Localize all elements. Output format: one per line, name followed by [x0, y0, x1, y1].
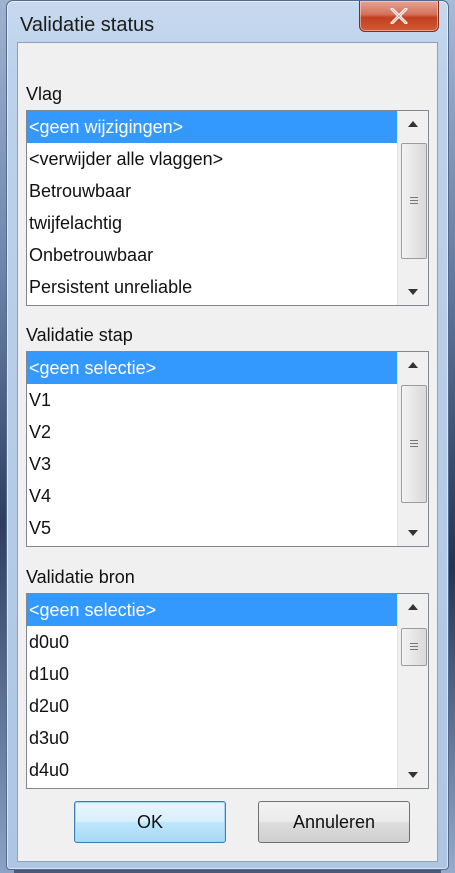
scroll-thumb[interactable]: [401, 628, 427, 666]
validatie-bron-listbox[interactable]: <geen selectie> d0u0 d1u0 d2u0 d3u0 d4u0: [26, 593, 429, 789]
arrow-up-icon: [408, 121, 418, 127]
list-item[interactable]: d1u0: [27, 658, 397, 690]
scroll-down-button[interactable]: [398, 281, 428, 303]
list-item[interactable]: d2u0: [27, 690, 397, 722]
arrow-up-icon: [408, 362, 418, 368]
list-item[interactable]: <verwijder alle vlaggen>: [27, 143, 397, 175]
scroll-down-button[interactable]: [398, 764, 428, 786]
grip-icon: [410, 439, 418, 449]
list-item[interactable]: Persistent unreliable: [27, 271, 397, 303]
list-item[interactable]: V3: [27, 448, 397, 480]
ok-button[interactable]: OK: [74, 801, 226, 843]
scroll-thumb[interactable]: [401, 143, 427, 259]
scroll-up-button[interactable]: [398, 113, 428, 135]
list-item[interactable]: Onbetrouwbaar: [27, 239, 397, 271]
list-item[interactable]: d3u0: [27, 722, 397, 754]
dialog-window: Validatie status Vlag <geen wijzigingen>…: [6, 0, 449, 870]
list-item[interactable]: d0u0: [27, 626, 397, 658]
grip-icon: [410, 196, 418, 206]
scroll-up-button[interactable]: [398, 596, 428, 618]
list-item[interactable]: Betrouwbaar: [27, 175, 397, 207]
vlag-scrollbar[interactable]: [397, 111, 428, 305]
list-item[interactable]: <geen selectie>: [27, 594, 397, 626]
arrow-up-icon: [408, 604, 418, 610]
scroll-up-button[interactable]: [398, 354, 428, 376]
list-item[interactable]: twijfelachtig: [27, 207, 397, 239]
dialog-client-area: Vlag <geen wijzigingen> <verwijder alle …: [17, 42, 438, 862]
arrow-down-icon: [408, 289, 418, 295]
validatie-stap-listbox[interactable]: <geen selectie> V1 V2 V3 V4 V5: [26, 351, 429, 547]
list-item[interactable]: V1: [27, 384, 397, 416]
list-item[interactable]: V2: [27, 416, 397, 448]
validatie-stap-label: Validatie stap: [26, 325, 133, 345]
list-item[interactable]: <geen selectie>: [27, 352, 397, 384]
arrow-down-icon: [408, 530, 418, 536]
validatie-bron-scrollbar[interactable]: [397, 594, 428, 788]
list-item[interactable]: V5: [27, 512, 397, 544]
vlag-label: Vlag: [26, 84, 63, 104]
list-item[interactable]: d4u0: [27, 754, 397, 786]
vlag-listbox[interactable]: <geen wijzigingen> <verwijder alle vlagg…: [26, 110, 429, 306]
scroll-thumb[interactable]: [401, 385, 427, 503]
grip-icon: [410, 642, 418, 652]
list-item[interactable]: <geen wijzigingen>: [27, 111, 397, 143]
scroll-down-button[interactable]: [398, 522, 428, 544]
cancel-button[interactable]: Annuleren: [258, 801, 410, 843]
validatie-bron-label: Validatie bron: [26, 567, 135, 587]
close-button[interactable]: [359, 1, 439, 32]
list-item[interactable]: V4: [27, 480, 397, 512]
title-bar[interactable]: Validatie status: [7, 1, 448, 39]
validatie-stap-scrollbar[interactable]: [397, 352, 428, 546]
dialog-title: Validatie status: [20, 14, 155, 36]
close-icon: [390, 8, 408, 24]
arrow-down-icon: [408, 772, 418, 778]
